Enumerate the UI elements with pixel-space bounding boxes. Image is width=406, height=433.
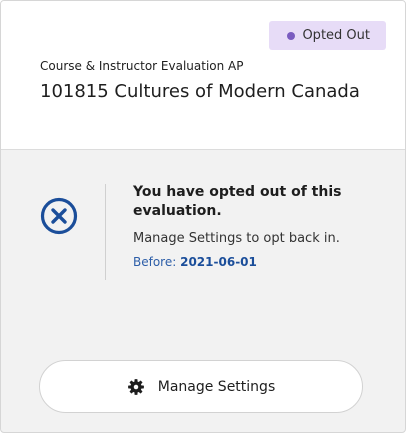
status-section: You have opted out of this evaluation. M… bbox=[1, 151, 405, 331]
status-dot bbox=[287, 31, 296, 40]
circle-x-icon bbox=[40, 197, 78, 235]
card-header: Opted Out Course & Instructor Evaluation… bbox=[1, 1, 405, 150]
before-label: Before: bbox=[133, 255, 177, 269]
manage-settings-button[interactable]: Manage Settings bbox=[39, 360, 363, 413]
course-category: Course & Instructor Evaluation AP bbox=[40, 59, 244, 73]
manage-settings-label: Manage Settings bbox=[157, 378, 276, 395]
opt-out-message-subtitle: Manage Settings to opt back in. bbox=[133, 231, 340, 246]
vertical-divider bbox=[105, 184, 106, 280]
opt-out-message-title: You have opted out of this evaluation. bbox=[133, 184, 342, 219]
evaluation-card: Opted Out Course & Instructor Evaluation… bbox=[0, 0, 406, 433]
gear-icon bbox=[127, 378, 144, 395]
before-date: 2021-06-01 bbox=[180, 255, 257, 269]
status-badge: Opted Out bbox=[269, 21, 386, 50]
status-badge-label: Opted Out bbox=[302, 28, 370, 43]
before-date-line: Before: 2021-06-01 bbox=[133, 255, 257, 269]
course-title: 101815 Cultures of Modern Canada bbox=[40, 81, 360, 102]
